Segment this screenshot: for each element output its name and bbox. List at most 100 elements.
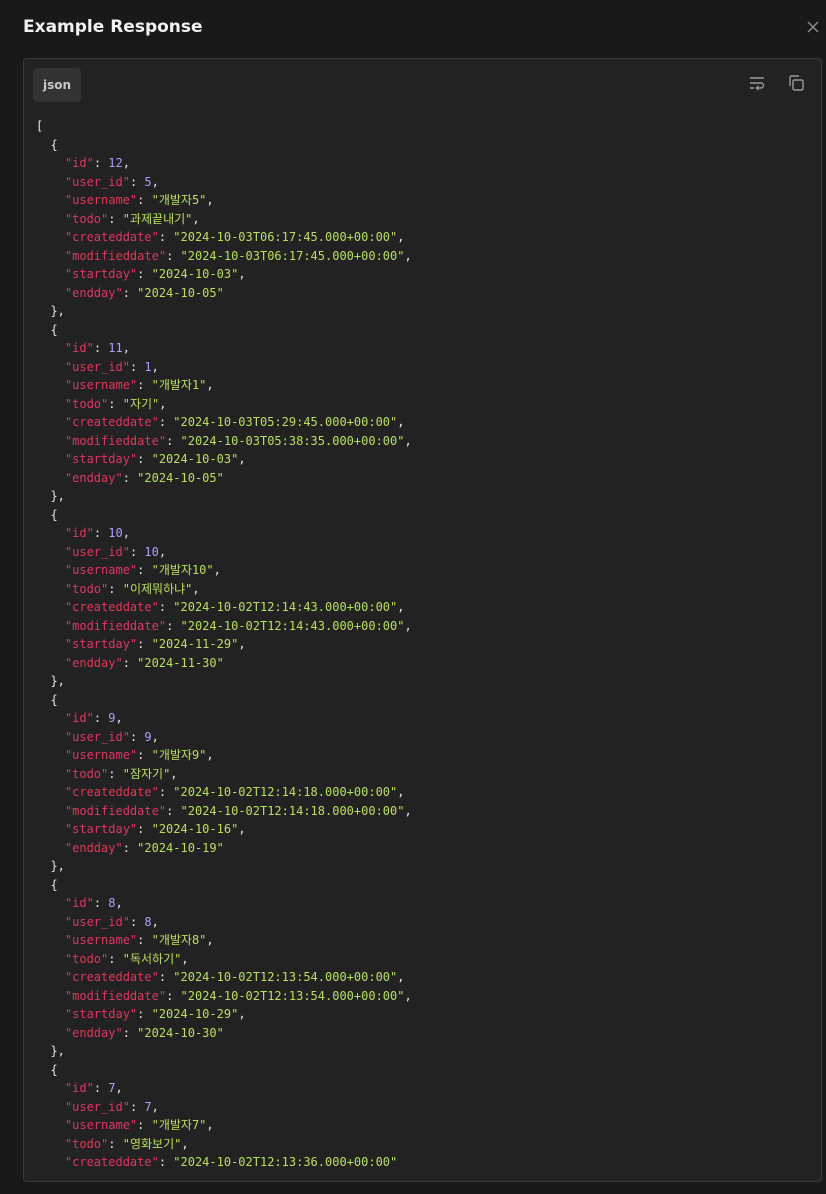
code-line: "startday": "2024-10-03", — [64, 267, 246, 281]
code-line: { — [36, 691, 412, 710]
code-line: "endday": "2024-10-05" — [64, 470, 224, 485]
code-line: "endday": "2024-10-05" — [64, 285, 224, 300]
json-value: 12 — [108, 156, 123, 170]
json-key: "createddate" — [64, 230, 159, 244]
code-line: "modifieddate": "2024-10-02T12:14:43.000… — [64, 618, 412, 633]
json-brace: { — [36, 877, 58, 892]
json-key: "username" — [64, 378, 138, 392]
json-key: "todo" — [64, 396, 109, 411]
json-value: "2024-10-05" — [137, 285, 224, 300]
language-tab[interactable]: json — [33, 68, 81, 102]
json-value: "2024-10-03" — [151, 452, 239, 466]
code-line: }, — [36, 672, 412, 691]
json-value: 9 — [144, 729, 152, 744]
json-key: "todo" — [64, 211, 109, 226]
json-value: "개발자7" — [151, 1118, 207, 1132]
json-key: "endday" — [64, 470, 123, 485]
close-button[interactable] — [803, 17, 823, 37]
code-line: "todo": "독서하기", — [64, 951, 189, 966]
json-key: "modifieddate" — [64, 248, 167, 263]
json-key: "todo" — [64, 951, 109, 966]
json-value: "2024-10-03" — [151, 267, 239, 281]
json-key: "user_id" — [64, 729, 130, 744]
code-line: "startday": "2024-10-29", — [64, 1007, 246, 1021]
json-key: "todo" — [64, 766, 109, 781]
code-line: "createddate": "2024-10-02T12:13:36.000+… — [64, 1155, 398, 1169]
json-brace: { — [36, 1062, 58, 1077]
json-brace: { — [36, 137, 58, 152]
json-key: "modifieddate" — [64, 618, 167, 633]
json-value: "개발자9" — [151, 748, 207, 762]
code-line: }, — [36, 1042, 412, 1061]
json-key: "startday" — [64, 822, 138, 836]
code-line: "username": "개발자10", — [64, 563, 221, 577]
code-line: "endday": "2024-11-30" — [64, 655, 224, 670]
code-line: "modifieddate": "2024-10-03T06:17:45.000… — [64, 248, 412, 263]
json-key: "username" — [64, 933, 138, 947]
code-line: }, — [36, 487, 412, 506]
json-code-block: [ { "id": 12, "user_id": 5, "username": … — [36, 117, 412, 1172]
json-value: "2024-10-03T05:38:35.000+00:00" — [180, 433, 405, 448]
code-line: "user_id": 1, — [64, 359, 159, 374]
json-key: "id" — [64, 896, 94, 910]
code-line: "createddate": "2024-10-03T06:17:45.000+… — [64, 230, 405, 244]
code-line: "id": 11, — [64, 341, 130, 355]
code-line: "id": 9, — [64, 711, 123, 725]
code-line: "username": "개발자1", — [64, 378, 214, 392]
json-value: "개발자5" — [151, 193, 207, 207]
code-line: { — [36, 1061, 412, 1080]
json-key: "username" — [64, 748, 138, 762]
code-line: "modifieddate": "2024-10-03T05:38:35.000… — [64, 433, 412, 448]
close-icon — [807, 21, 819, 33]
code-line: "startday": "2024-11-29", — [64, 637, 246, 651]
code-line: "user_id": 9, — [64, 729, 159, 744]
json-key: "startday" — [64, 452, 138, 466]
json-key: "username" — [64, 563, 138, 577]
wrap-lines-button[interactable] — [747, 73, 767, 93]
json-key: "user_id" — [64, 174, 130, 189]
copy-button[interactable] — [786, 73, 806, 93]
json-brace: { — [36, 692, 58, 707]
json-key: "user_id" — [64, 359, 130, 374]
json-key: "username" — [64, 193, 138, 207]
json-value: 9 — [108, 711, 116, 725]
json-value: "독서하기" — [122, 951, 182, 966]
json-key: "user_id" — [64, 1099, 130, 1114]
code-line: "endday": "2024-10-30" — [64, 1025, 224, 1040]
code-line: "todo": "자기", — [64, 396, 167, 411]
code-line: "todo": "과제끝내기", — [64, 211, 200, 226]
wrap-lines-icon — [750, 77, 765, 91]
json-key: "endday" — [64, 655, 123, 670]
json-value: 7 — [144, 1099, 152, 1114]
json-key: "createddate" — [64, 415, 159, 429]
json-value: "2024-10-02T12:14:18.000+00:00" — [180, 803, 405, 818]
code-line: "id": 10, — [64, 526, 130, 540]
json-key: "id" — [64, 526, 94, 540]
json-key: "endday" — [64, 285, 123, 300]
json-key: "createddate" — [64, 785, 159, 799]
code-line: }, — [36, 302, 412, 321]
json-key: "username" — [64, 1118, 138, 1132]
json-value: "2024-10-30" — [137, 1025, 224, 1040]
code-line: "modifieddate": "2024-10-02T12:14:18.000… — [64, 803, 412, 818]
json-key: "createddate" — [64, 600, 159, 614]
code-line: "user_id": 10, — [64, 544, 167, 559]
json-brace: }, — [36, 674, 65, 688]
json-key: "startday" — [64, 267, 138, 281]
code-line: { — [36, 136, 412, 155]
json-brace: }, — [36, 859, 65, 873]
json-value: "2024-10-03T06:17:45.000+00:00" — [180, 248, 405, 263]
json-value: 11 — [108, 341, 123, 355]
json-value: "자기" — [122, 396, 160, 411]
json-value: "2024-10-03T05:29:45.000+00:00" — [173, 415, 398, 429]
code-line: "endday": "2024-10-19" — [64, 840, 224, 855]
code-line: "username": "개발자5", — [64, 193, 214, 207]
code-line: { — [36, 506, 412, 525]
json-value: "2024-11-30" — [137, 655, 224, 670]
code-panel: json [ { "id": 12, "user_id": 5, "userna… — [23, 58, 822, 1182]
json-value: "2024-10-02T12:13:54.000+00:00" — [173, 970, 398, 984]
code-line: "startday": "2024-10-16", — [64, 822, 246, 836]
json-value: 7 — [108, 1081, 116, 1095]
json-value: "2024-10-03T06:17:45.000+00:00" — [173, 230, 398, 244]
code-line: "todo": "이제뭐하냐", — [64, 581, 200, 596]
